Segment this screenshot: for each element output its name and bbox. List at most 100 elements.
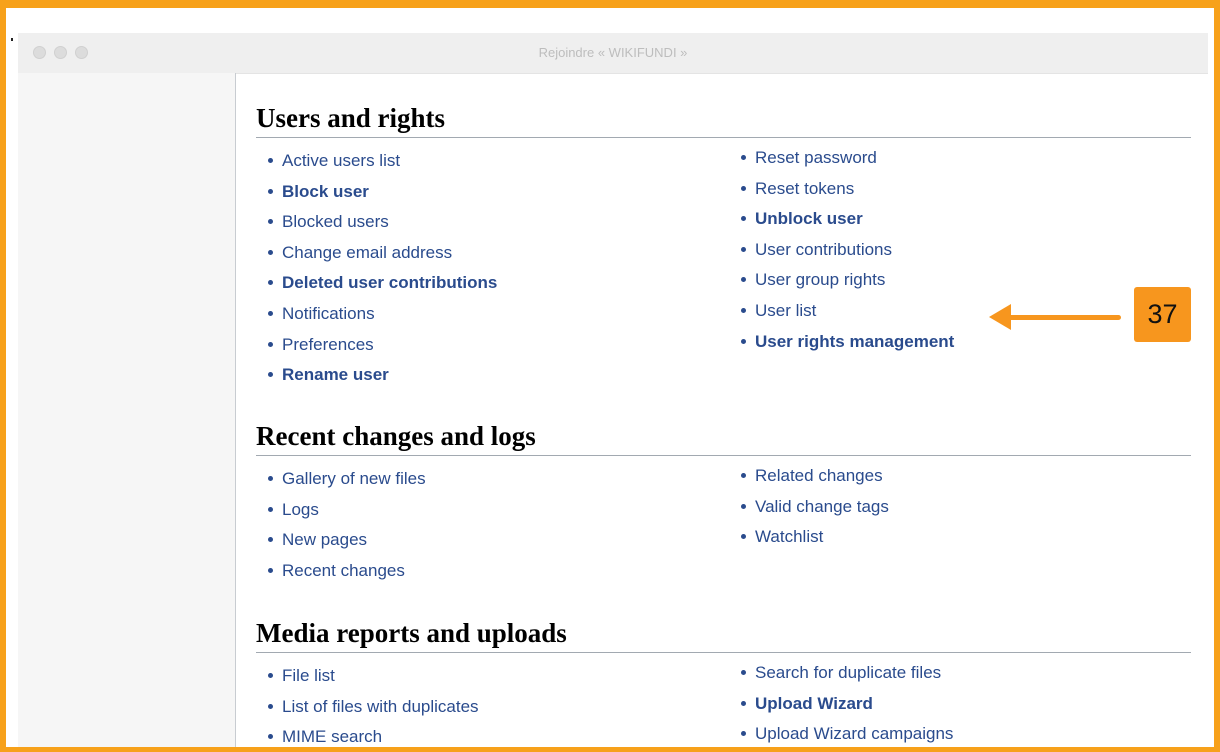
section-recent-changes-and-logs: Recent changes and logs Gallery of new f…: [256, 419, 1191, 580]
special-page-link[interactable]: Unblock user: [729, 204, 954, 235]
special-page-link[interactable]: Logs: [256, 495, 426, 526]
bullet-icon: [268, 734, 273, 740]
special-page-link[interactable]: Blocked users: [256, 207, 497, 238]
link-label[interactable]: User group rights: [755, 270, 885, 289]
link-label[interactable]: New pages: [282, 530, 367, 549]
bullet-icon: [268, 249, 273, 255]
link-label[interactable]: List of files with duplicates: [282, 697, 479, 716]
sidebar: [18, 73, 236, 747]
right-column: Reset password Reset tokens Unblock user Us…: [729, 143, 954, 357]
bullet-icon: [268, 158, 273, 164]
link-label[interactable]: Rename user: [282, 365, 389, 384]
link-label[interactable]: MIME search: [282, 727, 382, 746]
bullet-icon: [741, 185, 746, 191]
link-label[interactable]: Notifications: [282, 304, 375, 323]
bullet-icon: [741, 670, 746, 676]
left-column: File list List of files with duplicates MI…: [256, 661, 479, 747]
special-page-link[interactable]: Upload Wizard: [729, 689, 953, 720]
link-label[interactable]: Upload Wizard campaigns: [755, 724, 953, 743]
bullet-icon: [268, 567, 273, 573]
link-label[interactable]: Deleted user contributions: [282, 273, 497, 292]
link-label[interactable]: Valid change tags: [755, 497, 889, 516]
bullet-icon: [741, 338, 746, 344]
browser-window: Rejoindre « WIKIFUNDI » Users and rights…: [18, 33, 1208, 747]
link-label[interactable]: User list: [755, 301, 816, 320]
annotation-arrow-shaft: [1006, 315, 1121, 320]
link-label[interactable]: File list: [282, 666, 335, 685]
special-page-link[interactable]: Reset tokens: [729, 174, 954, 205]
special-page-link[interactable]: Notifications: [256, 299, 497, 330]
special-page-link[interactable]: Preferences: [256, 330, 497, 361]
section-heading: Recent changes and logs: [256, 419, 1191, 456]
bullet-icon: [741, 700, 746, 706]
link-label[interactable]: Recent changes: [282, 561, 405, 580]
link-label[interactable]: Watchlist: [755, 527, 823, 546]
left-column: Active users list Block user Blocked users…: [256, 146, 497, 391]
link-label[interactable]: User rights management: [755, 332, 954, 351]
section-media-reports-and-uploads: Media reports and uploads File list List …: [256, 616, 1191, 746]
special-page-link[interactable]: Valid change tags: [729, 492, 889, 523]
bullet-icon: [741, 731, 746, 737]
link-label[interactable]: Reset password: [755, 148, 877, 167]
section-heading: Media reports and uploads: [256, 616, 1191, 653]
special-page-link[interactable]: Active users list: [256, 146, 497, 177]
special-page-link[interactable]: Search for duplicate files: [729, 658, 953, 689]
right-column: Related changes Valid change tags Watchlis…: [729, 461, 889, 553]
special-page-link[interactable]: Block user: [256, 177, 497, 208]
special-page-link[interactable]: Watchlist: [729, 522, 889, 553]
edge-mark: [11, 38, 13, 41]
bullet-icon: [268, 476, 273, 482]
special-page-link[interactable]: User rights management: [729, 327, 954, 358]
link-label[interactable]: Search for duplicate files: [755, 663, 941, 682]
link-label[interactable]: Unblock user: [755, 209, 863, 228]
link-label[interactable]: Change email address: [282, 243, 452, 262]
special-page-link[interactable]: Related changes: [729, 461, 889, 492]
annotation-step-number: 37: [1134, 287, 1191, 342]
special-page-link[interactable]: Gallery of new files: [256, 464, 426, 495]
special-page-link[interactable]: User group rights: [729, 265, 954, 296]
special-page-link[interactable]: Change email address: [256, 238, 497, 269]
link-label[interactable]: Reset tokens: [755, 179, 854, 198]
section-heading: Users and rights: [256, 101, 1191, 138]
special-page-link[interactable]: User list: [729, 296, 954, 327]
special-page-link[interactable]: New pages: [256, 525, 426, 556]
bullet-icon: [741, 473, 746, 479]
section-users-and-rights: Users and rights Active users list Block …: [256, 101, 1191, 384]
special-page-link[interactable]: Upload Wizard campaigns: [729, 719, 953, 747]
link-label[interactable]: User contributions: [755, 240, 892, 259]
link-label[interactable]: Active users list: [282, 151, 400, 170]
left-column: Gallery of new files Logs New pages Recent …: [256, 464, 426, 586]
special-page-link[interactable]: Rename user: [256, 360, 497, 391]
bullet-icon: [268, 310, 273, 316]
link-label[interactable]: Block user: [282, 182, 369, 201]
bullet-icon: [268, 506, 273, 512]
bullet-icon: [268, 188, 273, 194]
right-column: Search for duplicate files Upload Wizard U…: [729, 658, 953, 747]
special-page-link[interactable]: List of files with duplicates: [256, 692, 479, 723]
bullet-icon: [741, 216, 746, 222]
special-page-link[interactable]: Reset password: [729, 143, 954, 174]
screenshot-frame: Rejoindre « WIKIFUNDI » Users and rights…: [0, 0, 1220, 752]
special-page-link[interactable]: User contributions: [729, 235, 954, 266]
bullet-icon: [741, 534, 746, 540]
bullet-icon: [268, 280, 273, 286]
special-page-link[interactable]: Deleted user contributions: [256, 268, 497, 299]
bullet-icon: [268, 372, 273, 378]
special-page-link[interactable]: MIME search: [256, 722, 479, 747]
link-label[interactable]: Logs: [282, 500, 319, 519]
special-pages-content: Users and rights Active users list Block …: [236, 73, 1208, 747]
bullet-icon: [268, 219, 273, 225]
bullet-icon: [741, 277, 746, 283]
link-label[interactable]: Preferences: [282, 335, 374, 354]
bullet-icon: [268, 703, 273, 709]
link-label[interactable]: Related changes: [755, 466, 883, 485]
bullet-icon: [268, 341, 273, 347]
link-label[interactable]: Upload Wizard: [755, 694, 873, 713]
bullet-icon: [741, 155, 746, 161]
link-label[interactable]: Gallery of new files: [282, 469, 426, 488]
bullet-icon: [741, 246, 746, 252]
annotation-arrow-icon: [989, 304, 1011, 330]
link-label[interactable]: Blocked users: [282, 212, 389, 231]
special-page-link[interactable]: File list: [256, 661, 479, 692]
special-page-link[interactable]: Recent changes: [256, 556, 426, 587]
